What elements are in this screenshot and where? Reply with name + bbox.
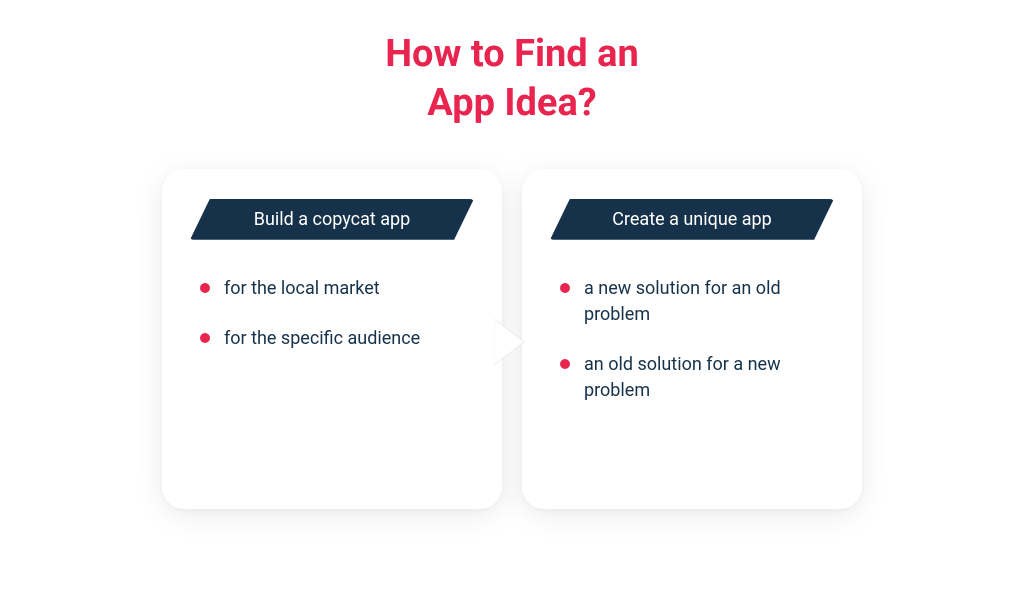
bullet-icon bbox=[560, 359, 570, 369]
bullet-text: an old solution for a new problem bbox=[584, 352, 794, 404]
bullet-text: for the local market bbox=[224, 276, 380, 302]
list-item: for the local market bbox=[200, 276, 474, 302]
bullet-icon bbox=[200, 283, 210, 293]
card-header-unique: Create a unique app bbox=[550, 199, 834, 240]
bullet-text: for the specific audience bbox=[224, 326, 420, 352]
list-item: a new solution for an old problem bbox=[560, 276, 834, 328]
card-unique: Create a unique app a new solution for a… bbox=[522, 169, 862, 509]
cards-container: Build a copycat app for the local market… bbox=[0, 149, 1024, 509]
title-line-1: How to Find an bbox=[385, 32, 639, 76]
bullet-list-unique: a new solution for an old problem an old… bbox=[550, 276, 834, 404]
page-title: How to Find an App Idea? bbox=[0, 0, 1024, 149]
bullet-list-copycat: for the local market for the specific au… bbox=[190, 276, 474, 352]
bullet-text: a new solution for an old problem bbox=[584, 276, 794, 328]
bullet-icon bbox=[560, 283, 570, 293]
list-item: for the specific audience bbox=[200, 326, 474, 352]
card-header-copycat: Build a copycat app bbox=[190, 199, 474, 240]
title-line-2: App Idea? bbox=[427, 81, 596, 125]
arrow-right-icon bbox=[494, 319, 530, 365]
bullet-icon bbox=[200, 333, 210, 343]
list-item: an old solution for a new problem bbox=[560, 352, 834, 404]
card-copycat: Build a copycat app for the local market… bbox=[162, 169, 502, 509]
